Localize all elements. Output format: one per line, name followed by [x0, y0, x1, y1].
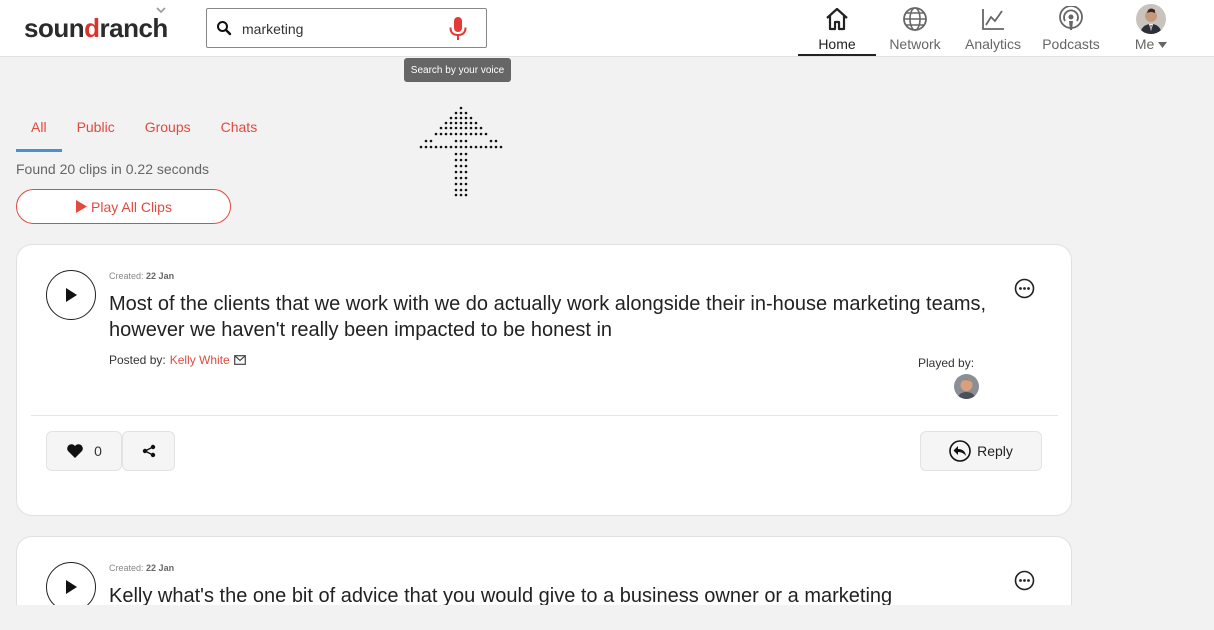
play-all-label: Play All Clips	[91, 198, 172, 215]
reply-icon	[949, 440, 971, 462]
avatar	[1136, 4, 1166, 34]
reply-button[interactable]: Reply	[920, 431, 1042, 471]
logo-text-pre: soun	[24, 12, 85, 43]
microphone-icon[interactable]	[447, 16, 469, 42]
search-icon[interactable]	[216, 20, 232, 36]
search-input[interactable]	[242, 18, 442, 40]
logo-chevron-down-icon[interactable]	[155, 4, 167, 19]
author-link[interactable]: Kelly White	[170, 353, 230, 367]
play-icon	[76, 200, 88, 213]
nav-podcasts-label: Podcasts	[1042, 36, 1100, 52]
globe-icon	[901, 5, 929, 33]
clip-transcript[interactable]: Most of the clients that we work with we…	[109, 291, 989, 343]
play-clip-button[interactable]	[46, 270, 96, 320]
play-all-clips-button[interactable]: Play All Clips	[16, 189, 231, 224]
played-by-label: Played by:	[918, 356, 975, 370]
clip-card: Created: 22 Jan Most of the clients that…	[16, 244, 1072, 516]
filter-tabs: All Public Groups Chats	[16, 108, 272, 152]
tab-all[interactable]: All	[16, 108, 62, 152]
more-options-icon[interactable]	[1014, 570, 1035, 591]
posted-by-label: Posted by:	[109, 353, 166, 367]
nav-network-label: Network	[889, 36, 941, 52]
created-label: Created:	[109, 271, 144, 281]
nav-analytics[interactable]: Analytics	[960, 0, 1026, 56]
created-date: 22 Jan	[146, 271, 175, 281]
like-button[interactable]: 0	[46, 431, 122, 471]
reply-label: Reply	[977, 443, 1013, 459]
results-count: Found 20 clips in 0.22 seconds	[16, 161, 210, 177]
chart-icon	[979, 5, 1007, 33]
nav-me[interactable]: Me	[1126, 0, 1176, 56]
nav-home[interactable]: Home	[798, 0, 876, 56]
top-header: soundranch Home Network Analytics	[0, 0, 1214, 57]
home-icon	[823, 5, 851, 33]
share-button[interactable]	[122, 431, 175, 471]
card-divider	[31, 415, 1058, 416]
created-label: Created:	[109, 563, 144, 573]
tab-groups[interactable]: Groups	[130, 108, 206, 152]
podcast-icon	[1057, 5, 1085, 33]
heart-icon	[67, 444, 83, 458]
share-icon	[142, 444, 155, 458]
tab-chats[interactable]: Chats	[206, 108, 273, 152]
page-bottom-strip	[0, 605, 1214, 630]
soundbranch-logo[interactable]: soundranch	[24, 8, 168, 48]
like-count: 0	[94, 443, 102, 459]
nav-podcasts[interactable]: Podcasts	[1038, 0, 1104, 56]
play-icon	[66, 580, 77, 594]
tab-public[interactable]: Public	[62, 108, 130, 152]
logo-text-mid: d	[84, 12, 100, 43]
envelope-icon[interactable]	[233, 355, 246, 365]
dotted-arrow-icon	[419, 106, 503, 197]
more-options-icon[interactable]	[1014, 278, 1035, 299]
nav-network[interactable]: Network	[882, 0, 948, 56]
search-bar	[206, 8, 487, 48]
listener-avatar[interactable]	[954, 374, 979, 399]
play-icon	[66, 288, 77, 302]
nav-home-label: Home	[818, 36, 856, 52]
created-date: 22 Jan	[146, 563, 175, 573]
caret-down-icon	[1158, 41, 1168, 48]
nav-me-label: Me	[1134, 36, 1155, 52]
nav-analytics-label: Analytics	[964, 36, 1022, 52]
voice-search-tooltip: Search by your voice	[404, 58, 511, 82]
